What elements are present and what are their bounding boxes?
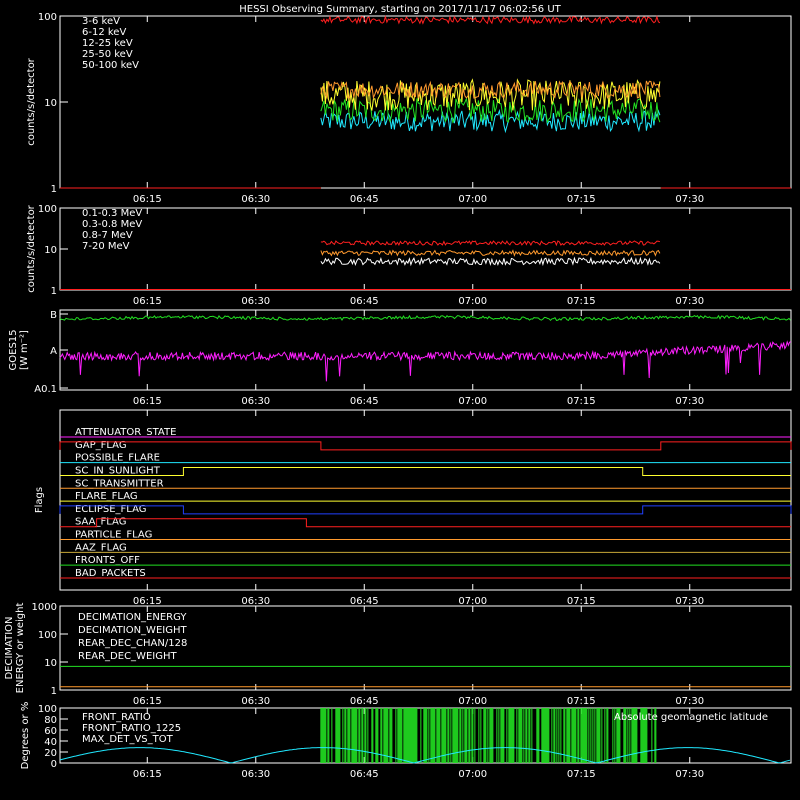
- ratio-panel-xtick-label: 06:30: [241, 769, 270, 780]
- decimation-legend-entry: REAR_DEC_CHAN/128: [78, 638, 187, 649]
- decimation-legend-entry: DECIMATION_WEIGHT: [78, 625, 187, 636]
- gamma-panel-xtick-label: 06:45: [350, 296, 379, 307]
- xray-panel-ytick-label: 1: [51, 184, 57, 195]
- xray-legend-entry: 6-12 keV: [82, 27, 126, 38]
- xray-panel-xtick-label: 07:00: [458, 194, 487, 205]
- gamma-panel-xtick-label: 07:15: [567, 296, 596, 307]
- xray-panel-xtick-label: 06:30: [241, 194, 270, 205]
- gamma-legend-entry: 0.8-7 MeV: [82, 230, 133, 241]
- xray-panel-xtick-label: 06:15: [133, 194, 162, 205]
- xray-legend-entry: 3-6 keV: [82, 16, 120, 27]
- gamma-legend-entry: 7-20 MeV: [82, 241, 130, 252]
- gamma-panel-xtick-label: 07:00: [458, 296, 487, 307]
- flags-panel-ylabel: Flags: [34, 487, 45, 513]
- xray-panel-xtick-label: 07:30: [675, 194, 704, 205]
- flags-panel-xtick-label: 07:30: [675, 596, 704, 607]
- goes-panel-xtick-label: 06:15: [133, 396, 162, 407]
- decimation-panel-xtick-label: 06:30: [241, 696, 270, 707]
- gamma-legend-entry: 0.1-0.3 MeV: [82, 208, 142, 219]
- xray-legend-entry: 25-50 keV: [82, 49, 133, 60]
- goes-panel-ylabel: GOES15[W m⁻²]: [8, 329, 30, 370]
- gamma-legend-entry: 0.3-0.8 MeV: [82, 219, 142, 230]
- decimation-panel-xtick-label: 06:15: [133, 696, 162, 707]
- decimation-panel-ytick-label: 10: [44, 658, 57, 669]
- xray-panel-ylabel: counts/s/detector: [26, 57, 37, 145]
- flag-label: ATTENUATOR_STATE: [75, 427, 176, 438]
- ratio-panel-xtick-label: 06:15: [133, 769, 162, 780]
- xray-legend-entry: 50-100 keV: [82, 60, 139, 71]
- gamma-panel-xtick-label: 07:30: [675, 296, 704, 307]
- flag-label: SC_TRANSMITTER: [75, 478, 164, 489]
- decimation-panel-xtick-label: 06:45: [350, 696, 379, 707]
- flags-panel-xtick-label: 06:45: [350, 596, 379, 607]
- xray-panel-xtick-label: 06:45: [350, 194, 379, 205]
- decimation-panel-xtick-label: 07:15: [567, 696, 596, 707]
- ratio-panel-xtick-label: 07:30: [675, 769, 704, 780]
- goes-panel-xtick-label: 06:30: [241, 396, 270, 407]
- goes-panel-ytick-label: A: [50, 346, 57, 357]
- xray-panel-ytick-label: 10: [44, 98, 57, 109]
- observing-summary-figure: HESSI Observing Summary, starting on 201…: [0, 0, 800, 800]
- ratio-panel-xtick-label: 06:45: [350, 769, 379, 780]
- gamma-panel-ylabel: counts/s/detector: [26, 204, 37, 292]
- geomagnetic-latitude-annotation: Absolute geomagnetic latitude: [614, 712, 768, 723]
- flag-label: PARTICLE_FLAG: [75, 530, 152, 541]
- xray-panel-ytick-label: 100: [38, 12, 57, 23]
- goes-panel-ytick-label: B: [50, 310, 57, 321]
- decimation-panel-xtick-label: 07:00: [458, 696, 487, 707]
- xray-panel-xtick-label: 07:15: [567, 194, 596, 205]
- goes-panel-xtick-label: 07:15: [567, 396, 596, 407]
- ratio-panel-ytick-label: 60: [44, 726, 57, 737]
- decimation-panel-ytick-label: 1: [51, 686, 57, 697]
- ratio-panel-ytick-label: 0: [51, 759, 57, 770]
- ratio-panel-xtick-label: 07:00: [458, 769, 487, 780]
- goes-panel-ytick-label: A0.1: [34, 384, 57, 395]
- ratio-panel-ytick-label: 80: [44, 715, 57, 726]
- flag-label: SC_IN_SUNLIGHT: [75, 465, 161, 476]
- flags-panel-xtick-label: 06:15: [133, 596, 162, 607]
- ratio-panel-ytick-label: 20: [44, 748, 57, 759]
- decimation-panel-ytick-label: 1000: [32, 602, 57, 613]
- flag-label: BAD_PACKETS: [75, 568, 146, 579]
- xray-legend-entry: 12-25 keV: [82, 38, 133, 49]
- ratio-panel-ylabel: Degrees or %: [20, 702, 31, 770]
- ratio-panel-xtick-label: 07:15: [567, 769, 596, 780]
- flag-label: AAZ_FLAG: [75, 542, 127, 553]
- flag-label: FLARE_FLAG: [75, 491, 138, 502]
- ratio-legend-entry: MAX_DET_VS_TOT: [82, 734, 174, 745]
- goes-panel-xtick-label: 06:45: [350, 396, 379, 407]
- goes-panel-xtick-label: 07:00: [458, 396, 487, 407]
- flags-panel-xtick-label: 07:00: [458, 596, 487, 607]
- gamma-panel-ytick-label: 10: [44, 245, 57, 256]
- gamma-panel-ytick-label: 100: [38, 204, 57, 215]
- ratio-panel-ytick-label: 40: [44, 737, 57, 748]
- decimation-legend-entry: DECIMATION_ENERGY: [78, 612, 187, 623]
- flag-label: POSSIBLE_FLARE: [75, 453, 160, 464]
- goes-panel-xtick-label: 07:30: [675, 396, 704, 407]
- chart-title: HESSI Observing Summary, starting on 201…: [239, 4, 561, 15]
- gamma-panel-ytick-label: 1: [51, 286, 57, 297]
- decimation-panel-xtick-label: 07:30: [675, 696, 704, 707]
- flags-panel-xtick-label: 06:30: [241, 596, 270, 607]
- decimation-panel-ytick-label: 100: [38, 630, 57, 641]
- gamma-panel-xtick-label: 06:30: [241, 296, 270, 307]
- flag-label: FRONTS_OFF: [75, 555, 140, 566]
- ratio-panel-ytick-label: 100: [38, 704, 57, 715]
- ratio-legend-entry: FRONT_RATIO: [82, 712, 151, 723]
- flags-panel-xtick-label: 07:15: [567, 596, 596, 607]
- ratio-legend-entry: FRONT_RATIO_1225: [82, 723, 181, 734]
- decimation-legend-entry: REAR_DEC_WEIGHT: [78, 651, 177, 662]
- gamma-panel-xtick-label: 06:15: [133, 296, 162, 307]
